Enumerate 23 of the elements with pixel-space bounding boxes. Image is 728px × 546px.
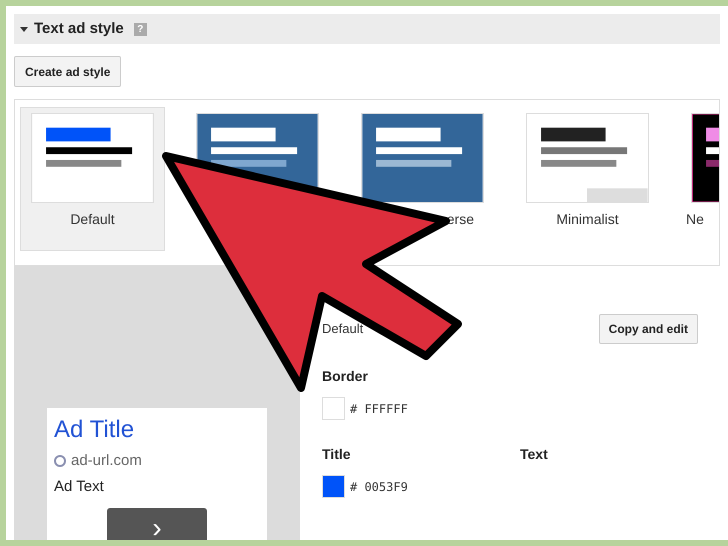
- color-value: # FFFFFF: [350, 400, 408, 418]
- copy-and-edit-button[interactable]: Copy and edit: [598, 314, 698, 344]
- field-label: Title: [322, 445, 352, 464]
- style-option[interactable]: Default: [20, 107, 165, 251]
- style-option[interactable]: Minimalist: [515, 107, 660, 251]
- style-name: Default: [322, 320, 364, 338]
- ad-text: Ad Text: [54, 476, 105, 496]
- color-swatch[interactable]: [322, 397, 345, 420]
- field-label: Border: [322, 367, 369, 386]
- globe-icon: [54, 455, 66, 468]
- style-label: Minimalist: [556, 210, 619, 229]
- ad-url: ad-url.com: [71, 451, 142, 471]
- style-option[interactable]: Ne: [680, 107, 719, 251]
- section-title: Text ad style: [34, 18, 124, 39]
- caret-icon[interactable]: [20, 26, 28, 32]
- style-label: Ne: [685, 210, 704, 229]
- create-ad-style-button[interactable]: Create ad style: [14, 56, 122, 87]
- next-button[interactable]: ›: [107, 508, 207, 540]
- style-label: Default: [70, 210, 115, 229]
- color-value: # 0053F9: [350, 478, 408, 496]
- field-label: Text: [520, 445, 549, 464]
- color-swatch[interactable]: [322, 475, 345, 498]
- ad-title[interactable]: Ad Title: [54, 412, 260, 448]
